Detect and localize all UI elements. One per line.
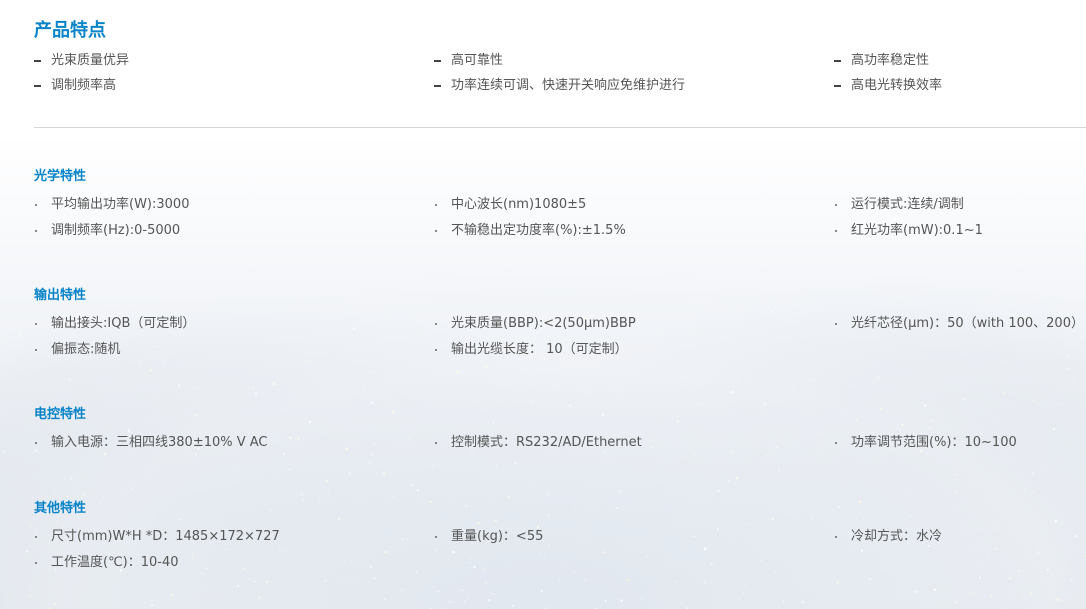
dash-bullet-icon [434,60,441,62]
dash-bullet-icon [834,60,841,62]
dot-bullet-icon [835,323,837,325]
dot-bullet-icon [835,204,837,206]
dot-bullet-icon [35,536,37,538]
dot-bullet-icon [435,323,437,325]
dash-bullet-icon [34,60,41,62]
dot-bullet-icon [835,442,837,444]
dot-bullet-icon [35,349,37,351]
dash-bullet-icon [434,85,441,87]
other-section-title: 其他特性 [34,501,87,516]
output-section-title: 输出特性 [34,288,87,303]
dot-bullet-icon [35,562,37,564]
dash-bullet-icon [834,85,841,87]
dot-bullet-icon [435,442,437,444]
electrical-section-title: 电控特性 [34,407,87,422]
dot-bullet-icon [835,536,837,538]
dot-bullet-icon [35,230,37,232]
optical-section-title: 光学特性 [34,169,87,184]
dot-bullet-icon [35,204,37,206]
dot-bullet-icon [435,536,437,538]
dot-bullet-icon [435,230,437,232]
section-divider [34,127,1086,128]
dot-bullet-icon [435,204,437,206]
spec-panel: 产品特点 光束质量优异 高可靠性 高功率稳定性 调制频率高 功率连续可调、快速开… [0,0,1086,609]
dot-bullet-icon [435,349,437,351]
dot-bullet-icon [835,230,837,232]
dot-bullet-icon [35,442,37,444]
dot-bullet-icon [35,323,37,325]
features-title: 产品特点 [34,20,106,41]
dash-bullet-icon [34,85,41,87]
